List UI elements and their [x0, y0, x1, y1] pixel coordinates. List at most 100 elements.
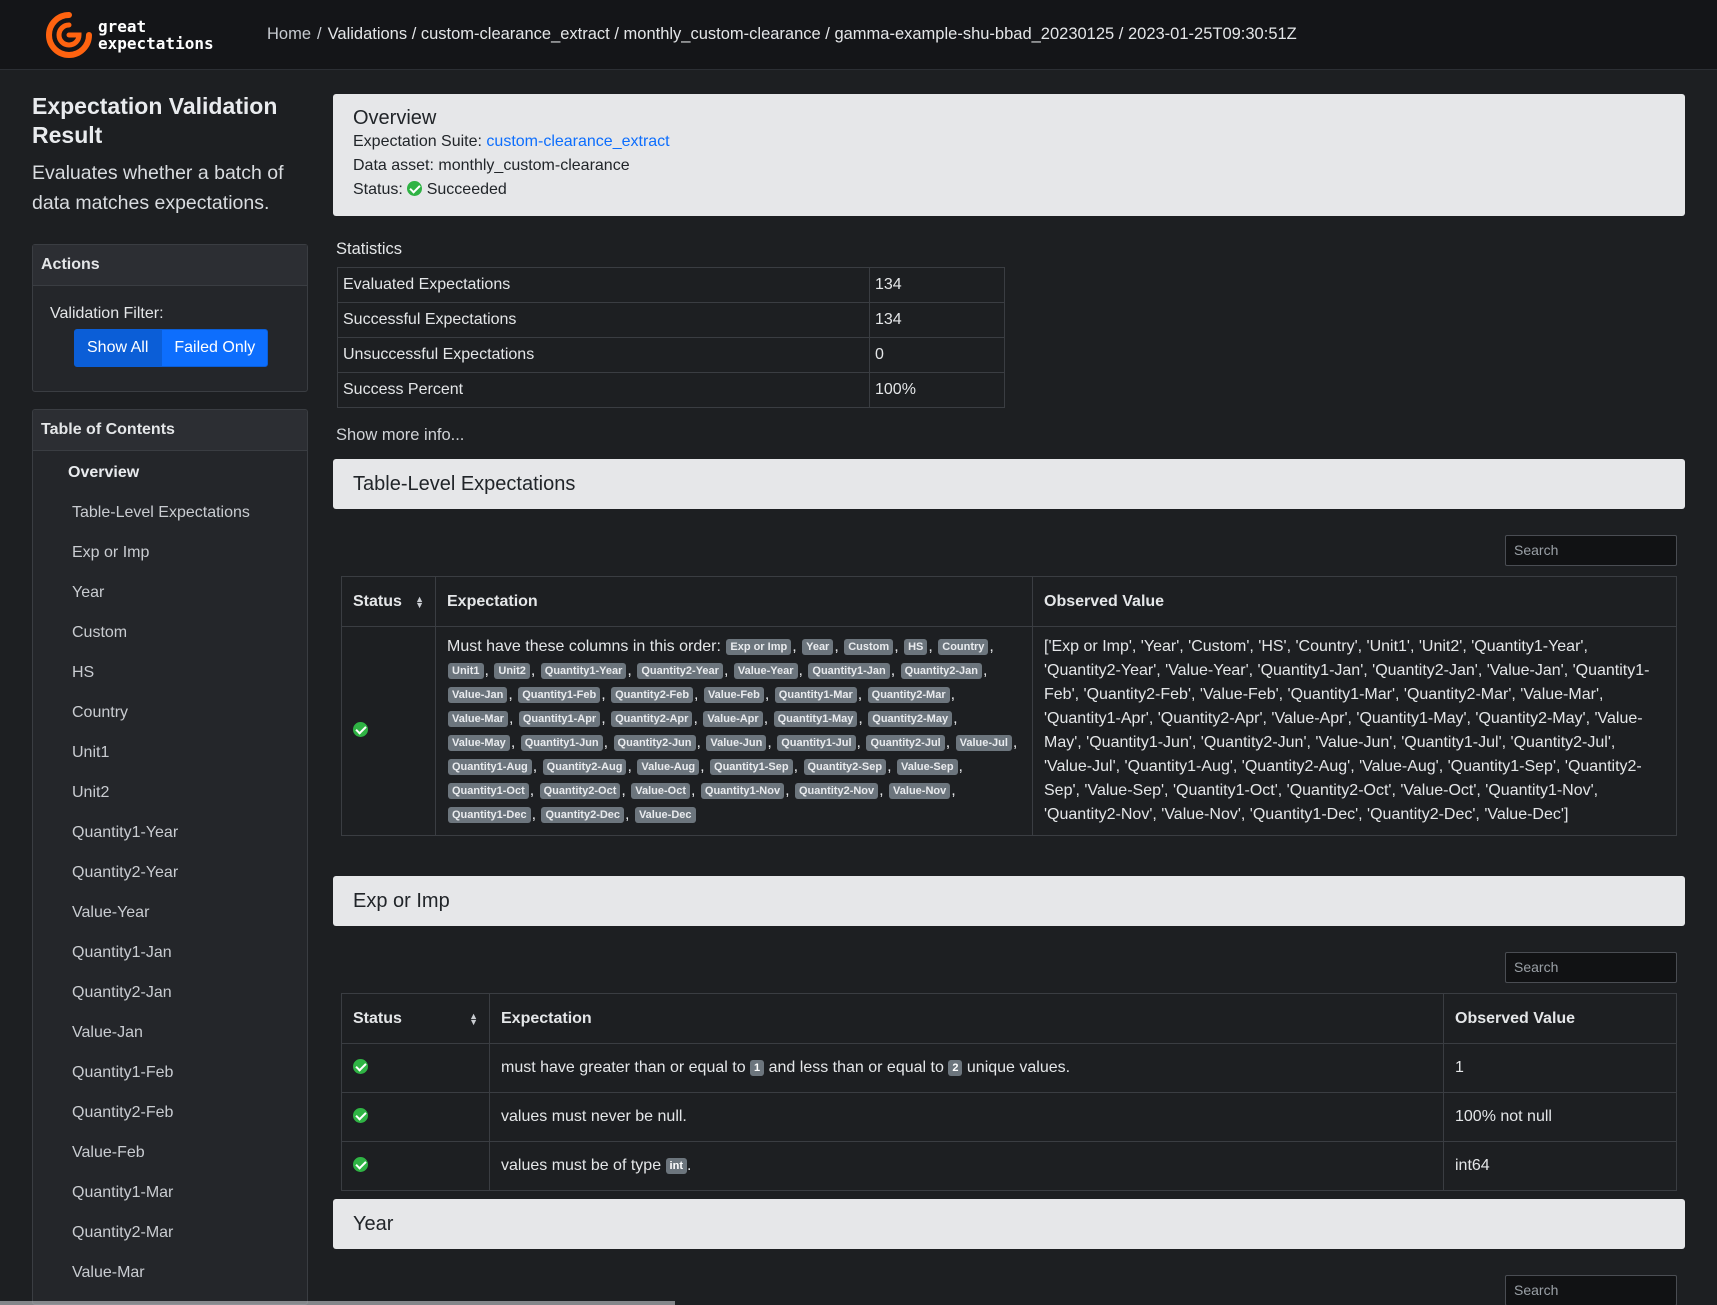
toc-item[interactable]: Unit1 — [72, 744, 109, 762]
table-of-contents: Table of Contents Overview Table-Level Ex… — [32, 409, 308, 1305]
status-cell — [341, 626, 436, 836]
search-input[interactable]: Search — [1505, 1275, 1677, 1305]
great-expectations-logo-icon — [46, 12, 92, 58]
exp-or-imp-expectations-table: Status ▲ ▼ Expectation Observed Value must… — [341, 993, 1677, 1191]
failed-only-button[interactable]: Failed Only — [161, 329, 269, 367]
column-pill: Quantity2-Aug — [542, 759, 627, 775]
column-pill: Exp or Imp — [726, 639, 792, 655]
sort-icon[interactable]: ▲ ▼ — [415, 594, 424, 609]
toc-item[interactable]: Value-Jan — [72, 1024, 143, 1042]
suite-link[interactable]: custom-clearance_extract — [486, 133, 669, 150]
table-level-section-header: Table-Level Expectations — [333, 459, 1685, 509]
toc-item[interactable]: Quantity1-Year — [72, 824, 178, 842]
expectation-prefix: Must have these columns in this order: — [447, 638, 721, 655]
toc-header: Table of Contents — [33, 410, 307, 451]
column-pill: Value-Jan — [448, 687, 508, 703]
toc-item[interactable]: Table-Level Expectations — [72, 504, 250, 522]
column-pill: Year — [802, 639, 834, 655]
sidebar: Expectation Validation Result Evaluates … — [32, 92, 308, 1305]
toc-item[interactable]: Quantity2-Mar — [72, 1224, 173, 1242]
expectation-cell: Must have these columns in this order: E… — [435, 626, 1033, 836]
success-check-icon — [353, 1108, 368, 1123]
validation-filter-label: Validation Filter: — [50, 305, 164, 322]
column-pill: Quantity1-Year — [540, 663, 627, 679]
success-check-icon — [353, 1157, 368, 1172]
toc-item[interactable]: Unit2 — [72, 784, 109, 802]
expectation-text: must have greater than or equal to — [501, 1059, 746, 1076]
search-input[interactable]: Search — [1505, 952, 1677, 983]
toc-item[interactable]: Value-Feb — [72, 1144, 145, 1162]
status-column-header[interactable]: Status ▲ ▼ — [341, 993, 490, 1044]
toc-item[interactable]: Value-Mar — [72, 1264, 145, 1282]
column-pill: Quantity1-Jan — [808, 663, 890, 679]
show-all-button[interactable]: Show All — [74, 329, 162, 367]
toc-item[interactable]: Quantity2-Feb — [72, 1104, 173, 1122]
column-pill: Quantity2-Jul — [866, 735, 945, 751]
asset-value: monthly_custom-clearance — [438, 157, 630, 174]
logo[interactable]: great expectations — [46, 12, 214, 58]
column-pill: Quantity1-Aug — [448, 759, 532, 775]
toc-item[interactable]: Exp or Imp — [72, 544, 149, 562]
statistic-label: Unsuccessful Expectations — [337, 337, 870, 373]
expectation-text: . — [687, 1157, 692, 1174]
toc-item[interactable]: Quantity1-Mar — [72, 1184, 173, 1202]
column-pill: HS — [904, 639, 928, 655]
breadcrumb-separator: / — [317, 25, 322, 43]
expectation-text: values must be of type — [501, 1157, 662, 1174]
search-input[interactable]: Search — [1505, 535, 1677, 566]
column-pill: Quantity2-Apr — [611, 711, 693, 727]
column-pill: Quantity2-Nov — [794, 783, 879, 799]
column-pill: Quantity1-Jul — [777, 735, 856, 751]
statistics-table: Evaluated Expectations 134 Successful Expe… — [337, 267, 1005, 408]
table-level-expectations-table: Status ▲ ▼ Expectation Observed Value Must… — [341, 576, 1677, 836]
statistic-label: Successful Expectations — [337, 302, 870, 338]
toc-item[interactable]: Custom — [72, 624, 127, 642]
toc-item[interactable]: Year — [72, 584, 104, 602]
column-pill: Value-Year — [733, 663, 798, 679]
toc-item[interactable]: Country — [72, 704, 128, 722]
horizontal-scrollbar[interactable] — [0, 1301, 675, 1305]
toc-item[interactable]: Value-Year — [72, 904, 149, 922]
breadcrumb-home-link[interactable]: Home — [267, 25, 311, 43]
observed-value-column-header: Observed Value — [1032, 576, 1677, 627]
success-check-icon — [353, 1059, 368, 1074]
column-pill: Value-Apr — [703, 711, 763, 727]
sidebar-title: Expectation Validation Result — [32, 93, 278, 148]
column-pill-list: Exp or Imp, Year, Custom, HS, Country, U… — [447, 638, 1017, 823]
success-check-icon — [353, 722, 368, 737]
breadcrumb-path: Validations / custom-clearance_extract /… — [327, 25, 1297, 43]
column-pill: Value-May — [448, 735, 510, 751]
toc-item[interactable]: Overview — [68, 464, 139, 482]
column-pill: Unit1 — [448, 663, 484, 679]
column-pill: Quantity1-Apr — [518, 711, 601, 727]
actions-header: Actions — [33, 245, 307, 286]
table-row: must have greater than or equal to 1 and… — [341, 1043, 1677, 1093]
column-pill: Quantity1-Jun — [520, 735, 603, 751]
exp-or-imp-section-header: Exp or Imp — [333, 876, 1685, 926]
statistic-value: 134 — [869, 302, 1005, 338]
toc-item[interactable]: HS — [72, 664, 94, 682]
status-value: Succeeded — [426, 181, 507, 198]
expectation-cell: values must be of type int. — [489, 1141, 1444, 1191]
table-row: Must have these columns in this order: E… — [341, 626, 1677, 836]
year-section-header: Year — [333, 1199, 1685, 1249]
overview-title: Overview — [353, 107, 437, 129]
show-more-info-link[interactable]: Show more info... — [336, 426, 464, 445]
overview-box: Overview Expectation Suite: custom-clear… — [333, 94, 1685, 216]
breadcrumb: Home / Validations / custom-clearance_extr… — [267, 25, 1297, 44]
status-column-header[interactable]: Status ▲ ▼ — [341, 576, 436, 627]
toc-item[interactable]: Quantity1-Feb — [72, 1064, 173, 1082]
statistic-label: Evaluated Expectations — [337, 267, 870, 303]
param-pill: 2 — [948, 1060, 963, 1076]
column-pill: Quantity1-Nov — [700, 783, 785, 799]
success-check-icon — [407, 181, 423, 196]
status-cell — [341, 1043, 490, 1093]
statistics-row: Evaluated Expectations 134 — [337, 267, 1005, 303]
toc-item[interactable]: Quantity1-Jan — [72, 944, 172, 962]
asset-line: Data asset: monthly_custom-clearance — [353, 154, 1665, 178]
statistic-value: 134 — [869, 267, 1005, 303]
sort-icon[interactable]: ▲ ▼ — [469, 1011, 478, 1026]
toc-item[interactable]: Quantity2-Jan — [72, 984, 172, 1002]
sidebar-description: Evaluates whether a batch of data matche… — [32, 162, 284, 214]
toc-item[interactable]: Quantity2-Year — [72, 864, 178, 882]
